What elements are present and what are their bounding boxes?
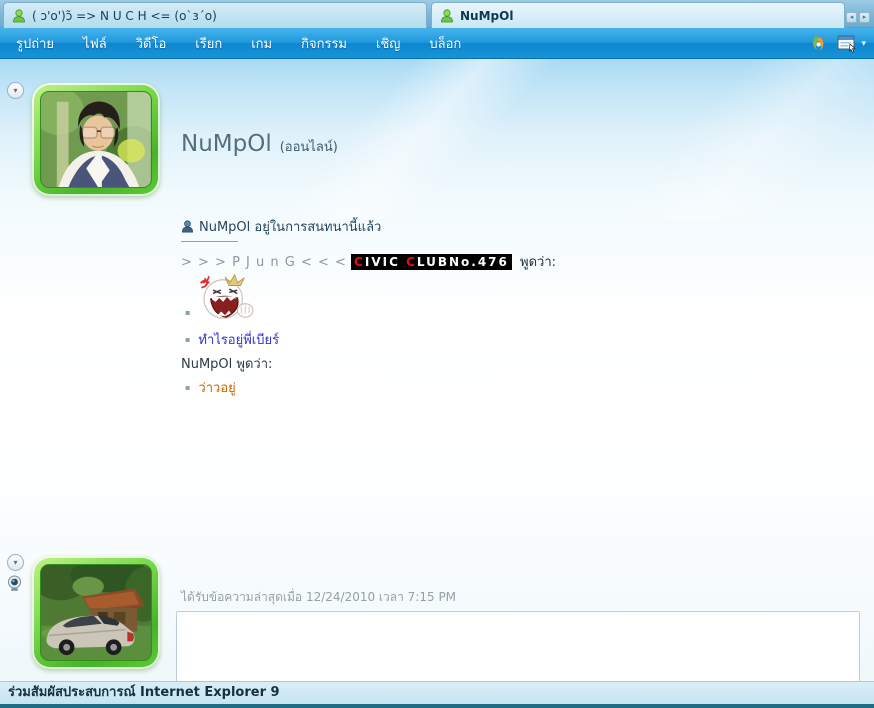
menu-item-games[interactable]: เกม — [251, 33, 293, 54]
menu-item-block[interactable]: บล็อก — [429, 33, 482, 54]
self-avatar-photo — [40, 564, 152, 661]
webcam-icon[interactable] — [6, 575, 23, 592]
conversation-area: ▾ — [0, 59, 874, 681]
says-label: พูดว่า: — [520, 255, 556, 270]
buddy-icon — [181, 220, 194, 233]
sender-line: > > > P J u n G < < < CIVIC CLUBNo.476 พ… — [181, 251, 846, 272]
collapse-remote-avatar-icon[interactable]: ▾ — [7, 82, 24, 99]
menu-item-activities[interactable]: กิจกรรม — [301, 33, 368, 54]
tab-label: ( ɔ'o')ɔ̃ => N U C H <= (o`з´o) — [32, 9, 217, 23]
message-input[interactable] — [177, 612, 859, 681]
bullet-icon: ▪ — [185, 309, 190, 317]
message-text: ทำไรอยู่พี่เบียร์ — [198, 329, 279, 350]
tab-nav-left-icon[interactable]: ◂ — [846, 12, 857, 23]
remote-avatar-photo — [40, 91, 152, 188]
buddy-icon — [440, 9, 454, 23]
conversation-tabbar: ( ɔ'o')ɔ̃ => N U C H <= (o`з´o) NuMpOl ◂… — [0, 0, 874, 28]
joined-status-text: NuMpOl อยู่ในการสนทนานี้แล้ว — [199, 216, 381, 237]
menu-right-icons: ▾ — [808, 28, 866, 59]
promo-statusbar[interactable]: ร่วมสัมผัสประสบการณ์ Internet Explorer 9 — [0, 681, 874, 704]
menu-items: รูปถ่าย ไฟล์ วิดีโอ เรียก เกม กิจกรรม เช… — [0, 33, 490, 54]
bullet-icon: ▪ — [185, 384, 190, 392]
screaming-emoticon — [198, 274, 256, 322]
remote-avatar[interactable] — [32, 83, 160, 196]
tab-nav-right-icon[interactable]: ▸ — [859, 12, 870, 23]
contact-name: NuMpOl — [181, 131, 272, 157]
message-text: ว่าวอยู่ — [198, 377, 235, 398]
promo-text: ร่วมสัมผัสประสบการณ์ Internet Explorer 9 — [8, 685, 280, 700]
messenger-window: ( ɔ'o')ɔ̃ => N U C H <= (o`з´o) NuMpOl ◂… — [0, 0, 874, 708]
sender-name-prefix: > > > P J u n G < < < — [181, 255, 347, 270]
sender-name-highlight: CIVIC CLUBNo.476 — [351, 254, 512, 270]
header-streak — [567, 59, 874, 219]
tab-nuch[interactable]: ( ɔ'o')ɔ̃ => N U C H <= (o`з´o) — [3, 2, 427, 28]
chat-header: NuMpOl (ออนไลน์) — [181, 131, 338, 157]
sender-line: NuMpOl พูดว่า: — [181, 353, 846, 374]
menu-item-video[interactable]: วิดีโอ — [136, 33, 188, 54]
tab-numpol[interactable]: NuMpOl — [431, 2, 845, 28]
menu-item-invite[interactable]: เชิญ — [376, 33, 421, 54]
message-row: ▪ ทำไรอยู่พี่เบียร์ — [181, 329, 846, 350]
buddy-icon — [12, 9, 26, 23]
joined-status-row: NuMpOl อยู่ในการสนทนานี้แล้ว — [181, 217, 846, 235]
divider — [181, 241, 238, 242]
bullet-icon: ▪ — [185, 336, 190, 344]
contact-presence: (ออนไลน์) — [280, 136, 338, 157]
message-history: NuMpOl อยู่ในการสนทนานี้แล้ว > > > P J u… — [181, 217, 846, 398]
tab-label: NuMpOl — [460, 9, 513, 23]
collapse-self-avatar-icon[interactable]: ▾ — [7, 554, 24, 571]
menu-bar: รูปถ่าย ไฟล์ วิดีโอ เรียก เกม กิจกรรม เช… — [0, 28, 874, 59]
message-row: ▪ ว่าวอยู่ — [181, 377, 846, 398]
menu-item-photos[interactable]: รูปถ่าย — [16, 33, 75, 54]
last-received-timestamp: ได้รับข้อความล่าสุดเมื่อ 12/24/2010 เวลา… — [181, 588, 456, 607]
self-avatar[interactable] — [32, 556, 160, 669]
message-row-emoticon: ▪ — [181, 274, 846, 322]
window-menu-icon[interactable] — [836, 35, 858, 53]
menu-item-call[interactable]: เรียก — [195, 33, 243, 54]
messenger-logo-icon[interactable] — [808, 34, 828, 54]
window-bottom-edge — [0, 704, 874, 708]
menu-item-files[interactable]: ไฟล์ — [83, 33, 128, 54]
tab-nav-arrows: ◂ ▸ — [846, 12, 870, 23]
compose-area: ▾ ▾ — [176, 611, 860, 681]
menu-dropdown-caret-icon[interactable]: ▾ — [861, 39, 866, 49]
